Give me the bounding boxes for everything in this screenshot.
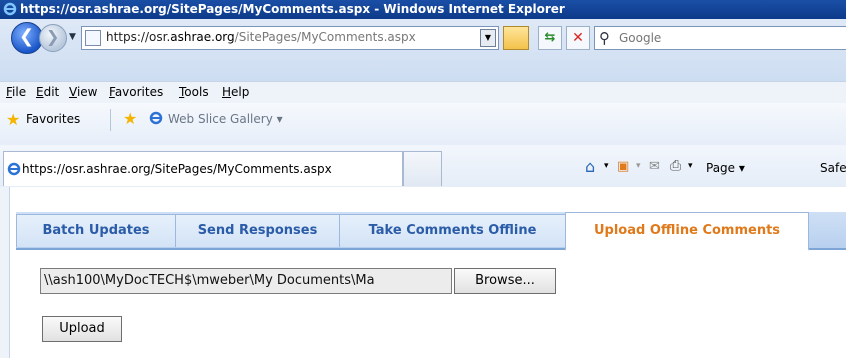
menu-view[interactable]: View [69,85,97,99]
address-url[interactable]: https://osr.ashrae.org/SitePages/MyComme… [106,30,416,44]
favorites-star-icon[interactable]: ★ [6,110,20,129]
url-scheme: https://osr. [106,30,171,44]
page-tab-strip: Batch Updates Send Responses Take Commen… [16,212,846,251]
browser-tab[interactable]: https://osr.ashrae.org/SitePages/MyComme… [3,151,403,186]
menu-bar: File Edit View Favorites Tools Help [0,81,846,104]
separator [110,109,111,131]
navigation-bar: ❮ ❯ ▼ https://osr.ashrae.org/SitePages/M… [0,19,846,81]
safety-menu[interactable]: Safe [820,161,846,175]
feeds-dropdown-icon[interactable]: ▾ [636,161,641,171]
feeds-icon[interactable]: ▣ [617,159,629,174]
url-domain: ashrae.org [170,30,235,44]
search-input[interactable] [617,29,841,47]
browser-tab-title: https://osr.ashrae.org/SitePages/MyComme… [22,162,332,176]
new-tab-button[interactable] [403,151,442,186]
tab-row: https://osr.ashrae.org/SitePages/MyComme… [0,145,846,188]
page-icon [85,30,101,46]
file-path-value: \\ash100\MyDocTECH$\mweber\My Documents\… [44,273,375,288]
tab-batch-updates[interactable]: Batch Updates [16,214,176,247]
web-slice-gallery[interactable]: Web Slice Gallery ▾ [168,112,283,126]
ie-logo-icon [3,2,17,16]
home-icon[interactable]: ⌂ [585,157,595,176]
history-dropdown-icon[interactable]: ▼ [69,32,76,42]
page-menu[interactable]: Page ▾ [706,161,745,175]
ie-tab-icon [7,162,21,176]
address-bar[interactable]: https://osr.ashrae.org/SitePages/MyComme… [81,26,499,50]
back-arrow-icon: ❮ [19,26,35,47]
lock-icon[interactable] [503,26,529,50]
forward-arrow-icon: ❯ [46,27,60,46]
forward-button[interactable]: ❯ [39,24,67,52]
browse-button[interactable]: Browse... [454,268,556,294]
file-path-input[interactable]: \\ash100\MyDocTECH$\mweber\My Documents\… [40,268,452,294]
search-box[interactable]: ⚲ [594,26,846,50]
favorites-bar: ★ Favorites ★ Web Slice Gallery ▾ [0,103,846,145]
menu-favorites[interactable]: Favorites [109,85,163,99]
print-icon[interactable]: ⎙ [670,158,681,174]
tab-take-comments-offline[interactable]: Take Comments Offline [339,214,566,247]
stop-button[interactable]: ✕ [566,26,590,50]
page-content: Batch Updates Send Responses Take Commen… [0,187,846,358]
menu-edit[interactable]: Edit [36,85,59,99]
refresh-button[interactable]: ⇆ [538,26,562,50]
search-icon: ⚲ [599,29,610,47]
window-title: https://osr.ashrae.org/SitePages/MyComme… [20,2,565,16]
address-dropdown-icon[interactable]: ▼ [480,29,496,47]
print-dropdown-icon[interactable]: ▾ [688,161,693,171]
add-favorites-icon[interactable]: ★ [123,109,137,128]
title-bar: https://osr.ashrae.org/SitePages/MyComme… [0,0,846,19]
home-dropdown-icon[interactable]: ▾ [604,161,609,171]
menu-tools[interactable]: Tools [179,85,209,99]
url-path: /SitePages/MyComments.aspx [234,30,416,44]
tab-send-responses[interactable]: Send Responses [175,214,340,247]
tab-upload-offline-comments[interactable]: Upload Offline Comments [565,212,809,251]
upload-button[interactable]: Upload [42,316,122,342]
favorites-button[interactable]: Favorites [26,112,80,126]
mail-icon[interactable]: ✉ [649,159,660,174]
page-left-border [0,187,10,358]
menu-file[interactable]: File [6,85,26,99]
menu-help[interactable]: Help [222,85,249,99]
ie-page-icon [149,111,163,125]
